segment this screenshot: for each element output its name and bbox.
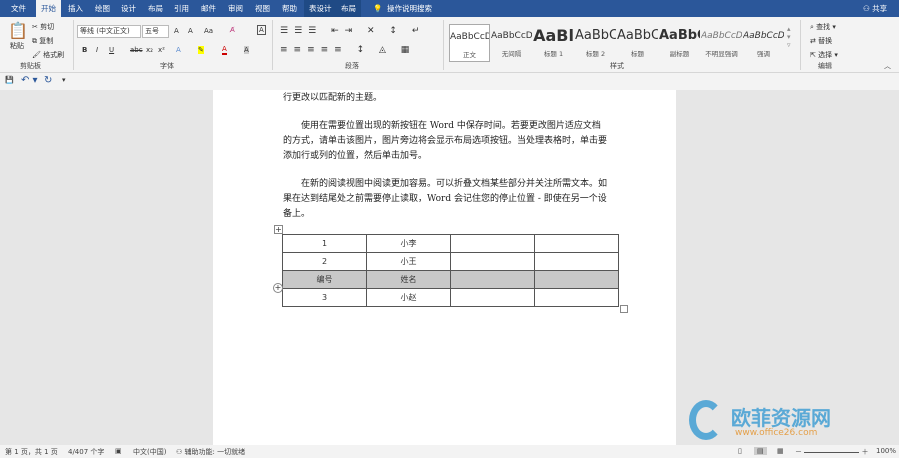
tab-review[interactable]: 审阅 xyxy=(223,0,248,17)
save-icon[interactable]: 💾 xyxy=(5,76,14,84)
select-button[interactable]: ⇱ 选择 ▾ xyxy=(810,50,838,60)
superscript-button[interactable]: x² xyxy=(158,46,165,54)
watermark-logo: 欧菲资源网 www.office26.com xyxy=(689,398,889,443)
char-border-icon[interactable]: A xyxy=(257,25,266,35)
person-icon: ⚇ xyxy=(863,4,873,13)
ribbon-tab-bar: 文件 开始 插入 绘图 设计 布局 引用 邮件 审阅 视图 帮助 表设计 布局 … xyxy=(0,0,899,17)
brush-icon: 🖌 xyxy=(32,51,44,59)
style-emphasis[interactable]: AaBbCcDi 强调 xyxy=(743,24,784,62)
table-row: 3 小赵 xyxy=(282,288,619,307)
accessibility-status[interactable]: ⚇ 辅助功能: 一切就绪 xyxy=(176,447,245,457)
bold-button[interactable]: B xyxy=(82,46,87,54)
status-bar: 第 1 页，共 1 页 4/407 个字 ▣ 中文(中国) ⚇ 辅助功能: 一切… xyxy=(0,445,899,458)
insert-row-icon[interactable]: + xyxy=(273,283,283,293)
underline-button[interactable]: U xyxy=(109,46,114,54)
copy-button[interactable]: ⧉ 复制 xyxy=(32,36,53,46)
style-heading-2[interactable]: AaBbC 标题 2 xyxy=(575,24,616,62)
page-count[interactable]: 第 1 页，共 1 页 xyxy=(5,447,58,457)
table-row: 1 小李 xyxy=(282,234,619,253)
list-icons[interactable]: ☰☰☰ ⇤⇥ ✕ ↕ ↵ xyxy=(280,26,425,36)
table-resize-handle[interactable] xyxy=(620,305,628,313)
tab-view[interactable]: 视图 xyxy=(250,0,275,17)
editing-group-label: 编辑 xyxy=(818,62,832,70)
accessibility-icon: ⚇ xyxy=(176,448,185,456)
style-heading-1[interactable]: AaBl 标题 1 xyxy=(533,24,574,62)
find-button[interactable]: ⌕ 查找 ▾ xyxy=(810,22,836,32)
collapse-ribbon-icon[interactable]: ︿ xyxy=(884,61,891,71)
style-subtitle[interactable]: AaBbC副标题 xyxy=(659,24,700,62)
share-button[interactable]: ⚇ 共享 xyxy=(858,0,892,17)
subscript-button[interactable]: x₂ xyxy=(146,46,153,54)
strikethrough-button[interactable]: abc xyxy=(130,46,143,54)
customize-qat-icon[interactable]: ▾ xyxy=(62,76,66,84)
replace-icon: ⇄ xyxy=(810,37,819,45)
tab-references[interactable]: 引用 xyxy=(169,0,194,17)
tab-layout[interactable]: 布局 xyxy=(143,0,168,17)
scissors-icon: ✂ xyxy=(32,23,41,31)
redo-icon[interactable]: ↻ xyxy=(44,75,52,86)
web-layout-icon[interactable]: ▦ xyxy=(777,447,784,455)
grow-font-button[interactable]: A xyxy=(174,27,179,35)
language[interactable]: 中文(中国) xyxy=(133,447,166,457)
font-color-icon[interactable]: A xyxy=(222,45,227,55)
style-title[interactable]: AaBbC 标题 xyxy=(617,24,658,62)
font-group-label: 字体 xyxy=(160,62,174,70)
undo-icon[interactable]: ↶ ▾ xyxy=(21,75,38,86)
table[interactable]: 1 小李 2 小王 编号 姓名 3 小赵 xyxy=(282,234,619,307)
style-subtle-emphasis[interactable]: AaBbCcDi 不明显强调 xyxy=(701,24,742,62)
tab-design[interactable]: 设计 xyxy=(116,0,141,17)
tab-table-layout[interactable]: 布局 xyxy=(336,0,361,17)
styles-group-label: 样式 xyxy=(610,62,624,70)
document-page[interactable]: 行更改以匹配新的主题。 使用在需要位置出现的新按钮在 Word 中保存时间。若要… xyxy=(213,90,676,445)
zoom-level[interactable]: 100% xyxy=(876,447,896,455)
shrink-font-button[interactable]: A xyxy=(188,27,193,35)
cursor-icon: ⇱ xyxy=(810,51,819,59)
style-no-spacing[interactable]: AaBbCcDc无间隔 xyxy=(491,24,532,62)
format-painter-button[interactable]: 🖌 格式刷 xyxy=(32,50,64,60)
proofing-icon[interactable]: ▣ xyxy=(115,447,122,455)
zoom-slider[interactable]: － ＋ xyxy=(795,447,868,457)
paste-button[interactable]: 粘贴 xyxy=(10,41,24,51)
font-name-select[interactable]: 等线 (中文正文) xyxy=(77,25,141,38)
tab-table-design[interactable]: 表设计 xyxy=(304,0,337,17)
paragraph: 在新的阅读视图中阅读更加容易。可以折叠文档某些部分并关注所需文本。如果在达到结尾… xyxy=(283,179,608,219)
clipboard-group-label: 剪贴板 xyxy=(20,62,41,70)
paragraph: 行更改以匹配新的主题。 xyxy=(283,93,383,103)
table-row-selected: 编号 姓名 xyxy=(282,270,619,289)
tab-insert[interactable]: 插入 xyxy=(63,0,88,17)
tell-me-search[interactable]: 操作说明搜索 xyxy=(382,0,437,17)
text-effects-icon[interactable]: A xyxy=(176,46,181,54)
quick-access-toolbar: 💾 ↶ ▾ ↻ ▾ xyxy=(0,73,899,90)
char-shading-icon[interactable]: A xyxy=(244,46,249,54)
table-move-handle-icon[interactable]: + xyxy=(274,225,283,234)
print-layout-icon[interactable]: ▤ xyxy=(754,447,767,455)
tab-file[interactable]: 文件 xyxy=(6,0,31,17)
italic-button[interactable]: I xyxy=(96,46,98,54)
tab-mailings[interactable]: 邮件 xyxy=(196,0,221,17)
paragraph: 使用在需要位置出现的新按钮在 Word 中保存时间。若要更改图片适应文档的方式，… xyxy=(283,121,608,161)
align-icons[interactable]: ≡≡≡≡≡ ↕ ◬ ▦ xyxy=(280,45,415,55)
share-label: 共享 xyxy=(872,4,888,13)
tab-help[interactable]: 帮助 xyxy=(277,0,302,17)
read-mode-icon[interactable]: ▯ xyxy=(738,447,742,455)
change-case-button[interactable]: Aa xyxy=(204,27,213,35)
paste-icon[interactable]: 📋 xyxy=(8,21,28,40)
font-size-select[interactable]: 五号 xyxy=(142,25,169,38)
ribbon: 📋 粘贴 ✂ 剪切 ⧉ 复制 🖌 格式刷 剪贴板 等线 (中文正文) 五号 A … xyxy=(0,17,899,73)
cut-button[interactable]: ✂ 剪切 xyxy=(32,22,54,32)
style-normal[interactable]: AaBbCcDc正文 xyxy=(449,24,490,62)
tab-draw[interactable]: 绘图 xyxy=(90,0,115,17)
tab-home[interactable]: 开始 xyxy=(36,0,61,17)
gallery-scroll-icon[interactable]: ▴ ▾ ▿ xyxy=(787,25,791,49)
paragraph-group-label: 段落 xyxy=(345,62,359,70)
clear-format-icon[interactable]: A̸ xyxy=(230,26,235,34)
word-count[interactable]: 4/407 个字 xyxy=(68,447,104,457)
highlight-icon[interactable]: ✎ xyxy=(198,46,204,54)
replace-button[interactable]: ⇄ 替换 xyxy=(810,36,832,46)
table-row: 2 小王 xyxy=(282,252,619,271)
